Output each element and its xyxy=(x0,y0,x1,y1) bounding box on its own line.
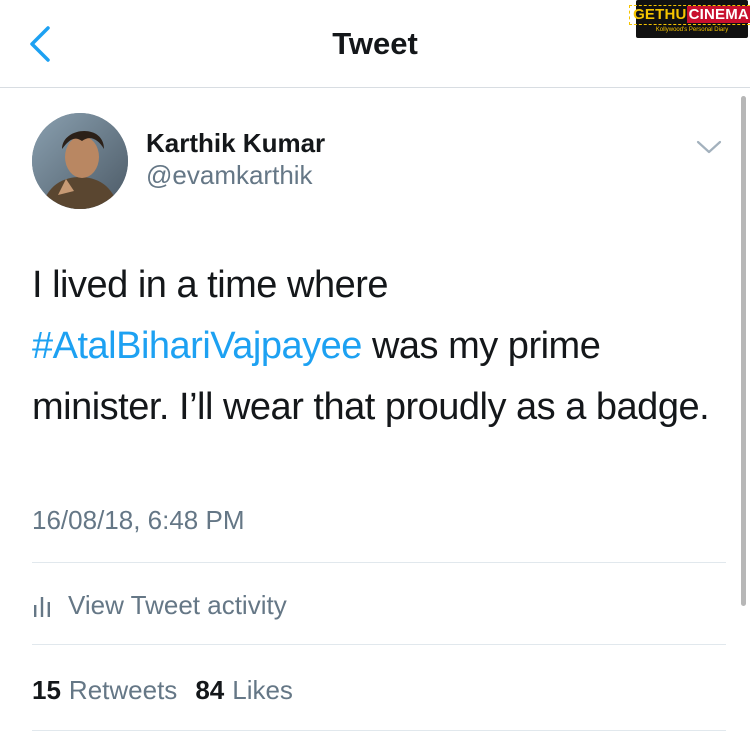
divider xyxy=(32,644,726,645)
divider xyxy=(32,562,726,563)
tweet-text: I lived in a time where #AtalBihariVajpa… xyxy=(32,255,712,438)
watermark-brand-left: GETHU xyxy=(633,6,687,23)
retweets-label[interactable]: Retweets xyxy=(69,675,177,706)
tweet-detail-screen: Tweet GETHU CINEMA Kollywood's Personal D… xyxy=(0,0,750,750)
scrollbar[interactable] xyxy=(741,96,746,606)
watermark-logo: GETHU CINEMA Kollywood's Personal Diary xyxy=(629,0,750,38)
retweets-count[interactable]: 15 xyxy=(32,675,61,706)
divider xyxy=(32,730,726,731)
tweet-text-start: I lived in a time where xyxy=(32,264,389,306)
likes-count[interactable]: 84 xyxy=(195,675,224,706)
avatar-photo xyxy=(32,113,128,209)
likes-label[interactable]: Likes xyxy=(232,675,293,706)
tweet-options-button[interactable] xyxy=(694,134,724,160)
view-tweet-activity-button[interactable]: View Tweet activity xyxy=(32,585,287,625)
bar-chart-icon xyxy=(34,597,50,617)
author-handle[interactable]: @evamkarthik xyxy=(146,160,313,191)
view-tweet-activity-label: View Tweet activity xyxy=(68,589,287,620)
watermark-brand-right: CINEMA xyxy=(686,6,750,23)
engagement-stats: 15 Retweets 84 Likes xyxy=(32,673,311,707)
tweet-timestamp: 16/08/18, 6:48 PM xyxy=(32,505,245,535)
watermark-brand: GETHU CINEMA xyxy=(629,5,750,25)
avatar[interactable] xyxy=(32,113,128,209)
author-name[interactable]: Karthik Kumar xyxy=(146,128,325,159)
hashtag-link[interactable]: #AtalBihariVajpayee xyxy=(32,325,362,367)
watermark-tagline: Kollywood's Personal Diary xyxy=(655,27,729,33)
chevron-down-icon xyxy=(696,140,722,154)
